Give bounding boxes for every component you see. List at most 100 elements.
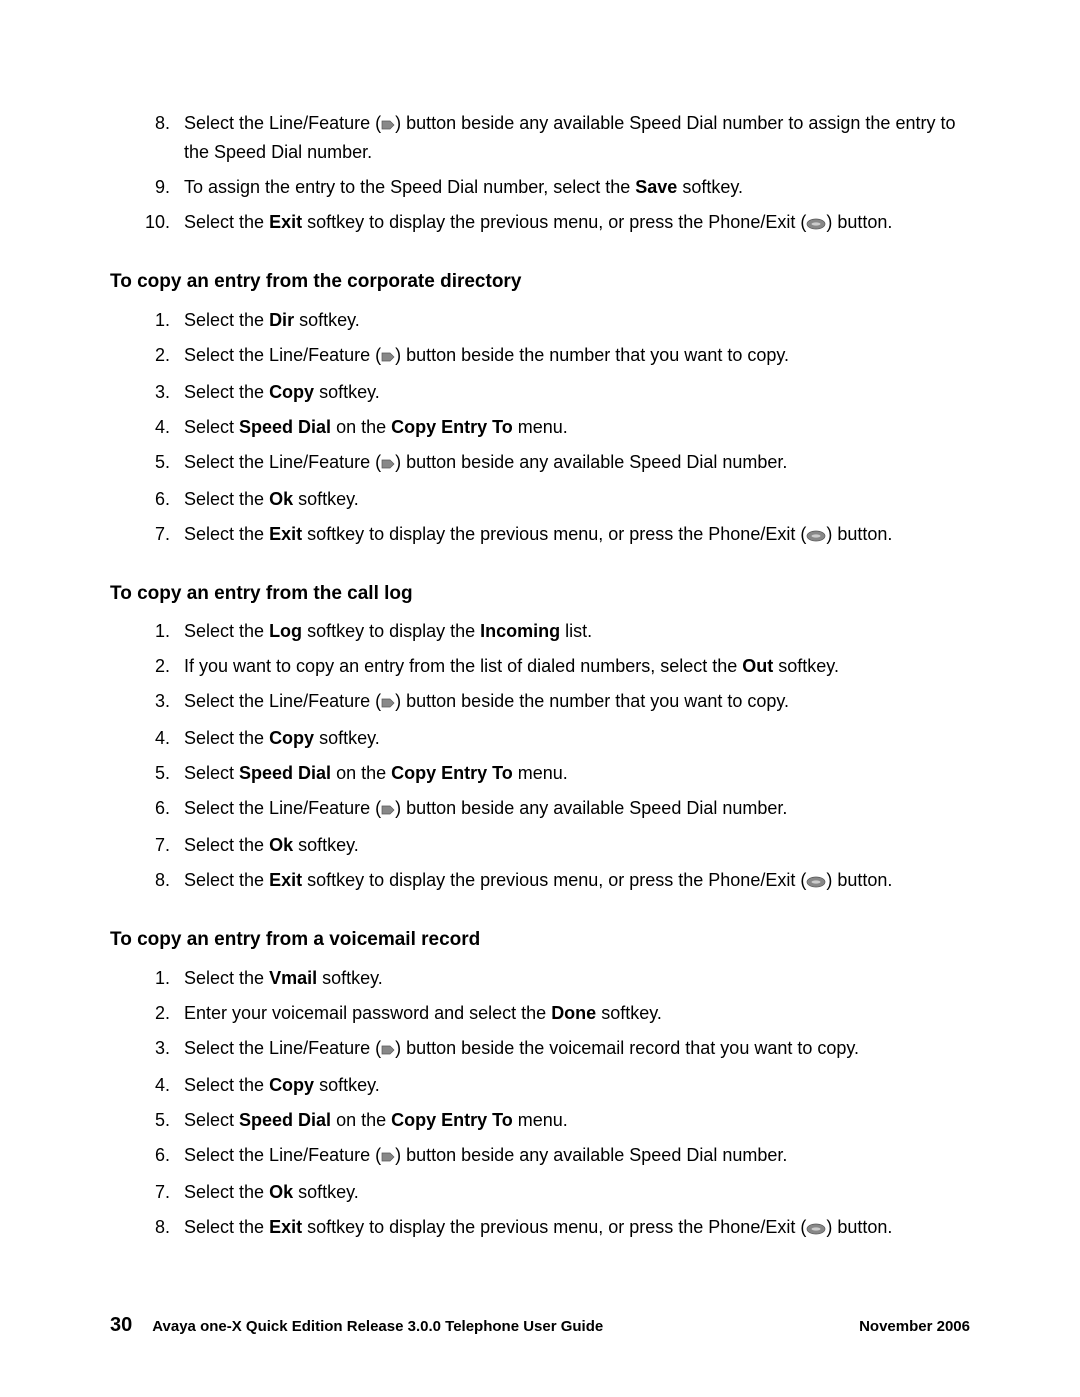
page-footer: 30 Avaya one-X Quick Edition Release 3.0… bbox=[110, 1314, 970, 1337]
list-item: 9.To assign the entry to the Speed Dial … bbox=[110, 174, 970, 201]
ordered-list: 1.Select the Dir softkey.2.Select the Li… bbox=[110, 307, 970, 550]
text-run: Select the Line/Feature ( bbox=[184, 1145, 381, 1165]
list-item: 10.Select the Exit softkey to display th… bbox=[110, 209, 970, 238]
list-item-text: Select the Log softkey to display the In… bbox=[184, 618, 970, 645]
line-feature-icon bbox=[381, 1144, 395, 1171]
text-run: Select the bbox=[184, 621, 269, 641]
text-run: softkey to display the previous menu, or… bbox=[302, 212, 806, 232]
bold-text: Ok bbox=[269, 835, 293, 855]
list-item-text: Select the Vmail softkey. bbox=[184, 965, 970, 992]
text-run: softkey. bbox=[293, 835, 359, 855]
list-item-text: Select Speed Dial on the Copy Entry To m… bbox=[184, 760, 970, 787]
list-item: 4.Select the Copy softkey. bbox=[110, 725, 970, 752]
list-item-text: Select the Dir softkey. bbox=[184, 307, 970, 334]
list-item-text: Select the Copy softkey. bbox=[184, 1072, 970, 1099]
list-item-number: 7. bbox=[110, 521, 184, 548]
text-run: softkey. bbox=[596, 1003, 662, 1023]
list-item-number: 2. bbox=[110, 342, 184, 369]
list-item: 6.Select the Line/Feature ( ) button besi… bbox=[110, 1142, 970, 1171]
list-item: 3.Select the Copy softkey. bbox=[110, 379, 970, 406]
document-page: 8.Select the Line/Feature () button besi… bbox=[0, 0, 1080, 1397]
text-run: softkey to display the previous menu, or… bbox=[302, 1217, 806, 1237]
list-item: 4.Select Speed Dial on the Copy Entry To… bbox=[110, 414, 970, 441]
section-heading: To copy an entry from a voicemail record bbox=[110, 926, 970, 955]
text-run: ) button beside the voicemail record tha… bbox=[395, 1038, 859, 1058]
text-run: softkey to display the previous menu, or… bbox=[302, 524, 806, 544]
text-run: Select bbox=[184, 1110, 239, 1130]
line-feature-icon bbox=[381, 1037, 395, 1064]
list-item-text: Select the Line/Feature () button beside… bbox=[184, 342, 970, 371]
phone-exit-icon bbox=[806, 523, 826, 550]
text-run: Select the Line/Feature ( bbox=[184, 691, 381, 711]
ordered-list: 8.Select the Line/Feature () button besi… bbox=[110, 110, 970, 238]
list-item-number: 1. bbox=[110, 307, 184, 334]
list-item: 8.Select the Exit softkey to display the… bbox=[110, 867, 970, 896]
phone-exit-icon bbox=[806, 869, 826, 896]
bold-text: Save bbox=[635, 177, 677, 197]
text-run: softkey. bbox=[293, 1182, 359, 1202]
text-run: Select the bbox=[184, 968, 269, 988]
list-item-number: 6. bbox=[110, 795, 184, 822]
list-item-text: Select Speed Dial on the Copy Entry To m… bbox=[184, 1107, 970, 1134]
text-run: ) button beside the number that you want… bbox=[395, 691, 789, 711]
list-item-text: If you want to copy an entry from the li… bbox=[184, 653, 970, 680]
bold-text: Exit bbox=[269, 212, 302, 232]
list-item-number: 6. bbox=[110, 1142, 184, 1169]
text-run: Select the bbox=[184, 310, 269, 330]
list-item-text: Select the Line/Feature ( ) button beside… bbox=[184, 688, 970, 717]
list-item-number: 5. bbox=[110, 1107, 184, 1134]
text-run: Select the bbox=[184, 212, 269, 232]
text-run: softkey to display the previous menu, or… bbox=[302, 870, 806, 890]
text-run: Enter your voicemail password and select… bbox=[184, 1003, 551, 1023]
bold-text: Speed Dial bbox=[239, 763, 331, 783]
list-item-text: Select the Line/Feature ( ) button beside… bbox=[184, 1035, 970, 1064]
list-item-text: Select the Line/Feature () button beside… bbox=[184, 110, 970, 166]
footer-date: November 2006 bbox=[859, 1318, 970, 1335]
text-run: Select the bbox=[184, 870, 269, 890]
list-item-number: 4. bbox=[110, 1072, 184, 1099]
text-run: Select bbox=[184, 417, 239, 437]
text-run: Select the Line/Feature ( bbox=[184, 798, 381, 818]
list-item: 4.Select the Copy softkey. bbox=[110, 1072, 970, 1099]
text-run: ) button beside any available Speed Dial… bbox=[395, 798, 787, 818]
text-run: list. bbox=[560, 621, 592, 641]
text-run: Select the Line/Feature ( bbox=[184, 1038, 381, 1058]
text-run: ) button beside any available Speed Dial… bbox=[395, 1145, 787, 1165]
line-feature-icon bbox=[381, 797, 395, 824]
line-feature-icon bbox=[381, 112, 395, 139]
text-run: To assign the entry to the Speed Dial nu… bbox=[184, 177, 635, 197]
text-run: on the bbox=[331, 417, 391, 437]
list-item-text: Select the Exit softkey to display the p… bbox=[184, 521, 970, 550]
list-item-text: Select Speed Dial on the Copy Entry To m… bbox=[184, 414, 970, 441]
text-run: Select the bbox=[184, 1182, 269, 1202]
list-item-text: Select the Copy softkey. bbox=[184, 379, 970, 406]
text-run: softkey. bbox=[317, 968, 383, 988]
text-run: Select the Line/Feature ( bbox=[184, 113, 381, 133]
text-run: Select the bbox=[184, 728, 269, 748]
list-item-number: 3. bbox=[110, 1035, 184, 1062]
list-item-text: Select the Line/Feature () button beside… bbox=[184, 449, 970, 478]
text-run: softkey. bbox=[677, 177, 743, 197]
text-run: softkey. bbox=[314, 382, 380, 402]
text-run: Select the bbox=[184, 1217, 269, 1237]
ordered-list: 1.Select the Log softkey to display the … bbox=[110, 618, 970, 896]
text-run: Select the bbox=[184, 524, 269, 544]
text-run: ) button. bbox=[826, 1217, 892, 1237]
text-run: ) button. bbox=[826, 870, 892, 890]
line-feature-icon bbox=[381, 690, 395, 717]
phone-exit-icon bbox=[806, 1216, 826, 1243]
list-item-text: Select the Line/Feature ( ) button beside… bbox=[184, 795, 970, 824]
list-item: 3.Select the Line/Feature ( ) button besi… bbox=[110, 688, 970, 717]
list-item-text: Select the Ok softkey. bbox=[184, 1179, 970, 1206]
list-item: 8.Select the Exit softkey to display the… bbox=[110, 1214, 970, 1243]
bold-text: Incoming bbox=[480, 621, 560, 641]
ordered-list: 1.Select the Vmail softkey.2.Enter your … bbox=[110, 965, 970, 1243]
list-item-number: 7. bbox=[110, 1179, 184, 1206]
bold-text: Out bbox=[742, 656, 773, 676]
list-item-text: Enter your voicemail password and select… bbox=[184, 1000, 970, 1027]
text-run: ) button. bbox=[826, 212, 892, 232]
text-run: ) button beside the number that you want… bbox=[395, 345, 789, 365]
text-run: softkey. bbox=[314, 728, 380, 748]
list-item-number: 3. bbox=[110, 688, 184, 715]
footer-title: Avaya one-X Quick Edition Release 3.0.0 … bbox=[152, 1318, 859, 1335]
